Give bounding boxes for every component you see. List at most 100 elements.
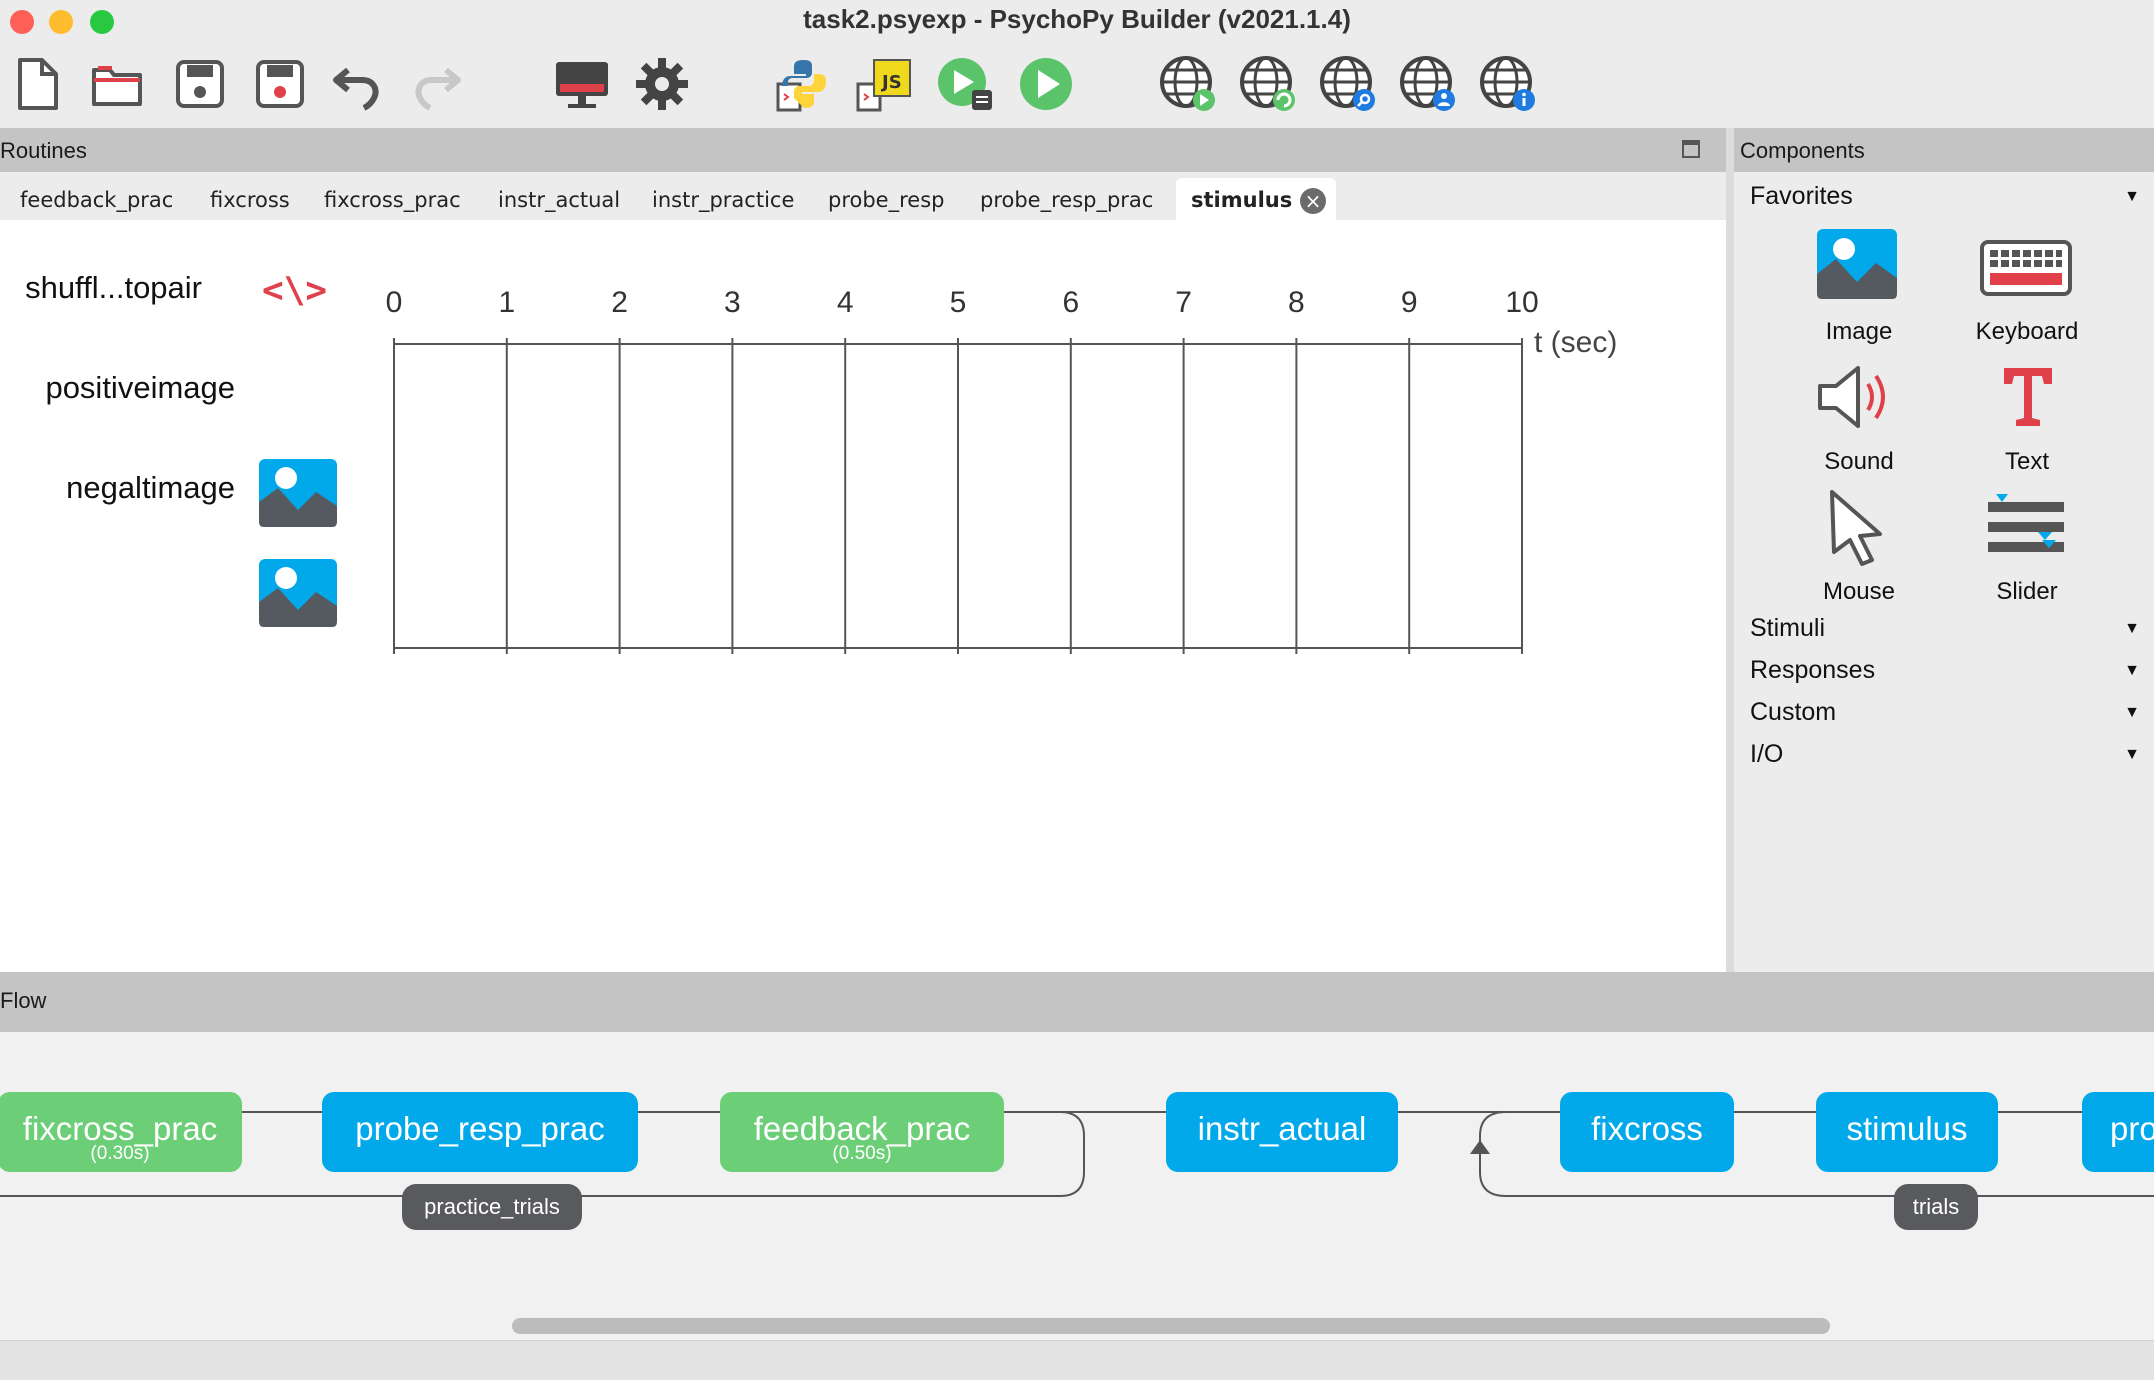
pavlovia-run-online-button[interactable] bbox=[1156, 52, 1220, 116]
component-label-negaltimage[interactable]: negaltimage bbox=[0, 470, 235, 506]
save-icon bbox=[176, 60, 224, 108]
responses-category[interactable]: Responses ▼ bbox=[1750, 656, 2140, 690]
tab-feedback-prac[interactable]: feedback_prac bbox=[20, 188, 173, 212]
components-panel-header: Components bbox=[1734, 128, 2154, 172]
run-icon bbox=[1020, 58, 1072, 110]
pavlovia-run-online-icon bbox=[1160, 56, 1215, 111]
close-tab-icon[interactable]: × bbox=[1300, 188, 1326, 214]
panel-maximize-icon[interactable] bbox=[1682, 140, 1700, 158]
redo-icon bbox=[415, 67, 461, 111]
tab-probe-resp[interactable]: probe_resp bbox=[828, 188, 944, 212]
flow-routine-probe-resp[interactable]: pro bbox=[2082, 1092, 2154, 1172]
sound-component-label[interactable]: Sound bbox=[1774, 448, 1944, 476]
io-category[interactable]: I/O ▼ bbox=[1750, 740, 2140, 774]
flow-routine-label: pro bbox=[2110, 1110, 2154, 1147]
compile-python-button[interactable] bbox=[772, 52, 836, 116]
image-icon[interactable] bbox=[258, 458, 338, 528]
panel-splitter[interactable] bbox=[1726, 128, 1734, 972]
speaker-icon bbox=[1818, 366, 1885, 428]
run-in-runner-icon bbox=[938, 58, 992, 110]
sound-component-button[interactable] bbox=[1816, 362, 1900, 437]
custom-label: Custom bbox=[1750, 698, 1837, 726]
redo-button[interactable] bbox=[404, 52, 468, 116]
component-label-code[interactable]: shuffl...topair bbox=[0, 270, 202, 306]
stimuli-label: Stimuli bbox=[1750, 614, 1826, 642]
favorites-label: Favorites bbox=[1750, 182, 1853, 210]
save-button[interactable] bbox=[168, 52, 232, 116]
flow-routine-label: fixcross_prac bbox=[22, 1110, 218, 1147]
pavlovia-project-info-button[interactable] bbox=[1476, 52, 1540, 116]
collapse-arrow-icon: ▼ bbox=[2124, 620, 2140, 637]
keyboard-component-label[interactable]: Keyboard bbox=[1942, 318, 2112, 346]
pavlovia-search-button[interactable] bbox=[1316, 52, 1380, 116]
flow-routine-fixcross-prac[interactable]: fixcross_prac (0.30s) bbox=[0, 1092, 242, 1172]
mouse-component-button[interactable] bbox=[1826, 488, 1890, 573]
tab-fixcross[interactable]: fixcross bbox=[210, 188, 290, 212]
tab-probe-resp-prac[interactable]: probe_resp_prac bbox=[980, 188, 1153, 212]
experiment-settings-button[interactable] bbox=[630, 52, 694, 116]
text-component-label[interactable]: Text bbox=[1942, 448, 2112, 476]
pavlovia-user-icon bbox=[1400, 56, 1455, 111]
routine-timeline-canvas: 0 1 2 3 4 5 6 7 8 9 10 t (sec) shuffl...topair <\>… bbox=[0, 220, 1726, 972]
flow-routine-feedback-prac[interactable]: feedback_prac (0.50s) bbox=[720, 1092, 1004, 1172]
image-component-button[interactable] bbox=[1816, 228, 1898, 305]
tab-instr-practice[interactable]: instr_practice bbox=[652, 188, 794, 212]
flow-routine-label: feedback_prac bbox=[753, 1110, 971, 1147]
run-button[interactable] bbox=[1014, 52, 1078, 116]
svg-text:JS: JS bbox=[880, 72, 902, 93]
image-icon[interactable] bbox=[258, 558, 338, 628]
monitor-center-button[interactable] bbox=[550, 52, 614, 116]
routines-panel-header: Routines bbox=[0, 128, 1726, 172]
window-title: task2.psyexp - PsychoPy Builder (v2021.1… bbox=[803, 4, 1351, 34]
monitor-icon bbox=[556, 62, 608, 108]
tab-stimulus[interactable]: stimulus bbox=[1191, 188, 1292, 212]
keyboard-component-button[interactable] bbox=[1980, 240, 2072, 301]
tab-instr-actual[interactable]: instr_actual bbox=[498, 188, 620, 212]
text-icon bbox=[2004, 368, 2052, 426]
pavlovia-sync-button[interactable] bbox=[1236, 52, 1300, 116]
text-component-button[interactable] bbox=[2000, 364, 2056, 435]
new-file-icon bbox=[18, 58, 58, 110]
flow-routine-instr-actual[interactable]: instr_actual bbox=[1166, 1092, 1398, 1172]
components-panel bbox=[1734, 172, 2154, 972]
undo-button[interactable] bbox=[326, 52, 390, 116]
keyboard-icon bbox=[1980, 240, 2072, 296]
component-label-positiveimage[interactable]: positiveimage bbox=[0, 370, 235, 406]
collapse-arrow-icon: ▼ bbox=[2124, 188, 2140, 205]
run-in-runner-button[interactable] bbox=[934, 52, 998, 116]
flow-routine-label: fixcross bbox=[1591, 1110, 1703, 1147]
flow-routine-stimulus[interactable]: stimulus bbox=[1816, 1092, 1998, 1172]
image-component-label[interactable]: Image bbox=[1774, 318, 1944, 346]
routines-panel-title: Routines bbox=[0, 138, 87, 163]
slider-component-button[interactable] bbox=[1986, 492, 2066, 567]
custom-category[interactable]: Custom ▼ bbox=[1750, 698, 2140, 732]
open-button[interactable] bbox=[86, 52, 150, 116]
favorites-category[interactable]: Favorites ▼ bbox=[1750, 182, 2140, 216]
flow-routine-fixcross[interactable]: fixcross bbox=[1560, 1092, 1734, 1172]
flow-routine-duration: (0.30s) bbox=[90, 1143, 150, 1164]
stimuli-category[interactable]: Stimuli ▼ bbox=[1750, 614, 2140, 648]
flow-panel-header: Flow bbox=[0, 972, 2154, 1032]
open-folder-icon bbox=[92, 66, 142, 106]
slider-component-label[interactable]: Slider bbox=[1942, 578, 2112, 606]
flow-routine-label: stimulus bbox=[1846, 1110, 1968, 1147]
flow-scrollbar-thumb[interactable] bbox=[512, 1318, 1830, 1334]
compile-js-icon: JS bbox=[856, 59, 911, 112]
loop-trials[interactable]: trials bbox=[1894, 1184, 1978, 1230]
new-file-button[interactable] bbox=[6, 52, 70, 116]
save-as-button[interactable] bbox=[248, 52, 312, 116]
loop-practice-trials[interactable]: practice_trials bbox=[402, 1184, 582, 1230]
io-label: I/O bbox=[1750, 740, 1784, 768]
flow-routine-duration: (0.50s) bbox=[832, 1143, 892, 1164]
settings-gear-icon bbox=[636, 58, 688, 110]
flow-scrollbar-track bbox=[0, 1340, 2154, 1380]
code-icon[interactable]: <\> bbox=[262, 270, 327, 311]
tab-fixcross-prac[interactable]: fixcross_prac bbox=[324, 188, 461, 212]
pavlovia-project-info-icon bbox=[1480, 56, 1535, 111]
flow-routine-probe-resp-prac[interactable]: probe_resp_prac bbox=[322, 1092, 638, 1172]
routine-tabs: feedback_prac fixcross fixcross_prac ins… bbox=[0, 172, 1726, 220]
collapse-arrow-icon: ▼ bbox=[2124, 704, 2140, 721]
mouse-component-label[interactable]: Mouse bbox=[1774, 578, 1944, 606]
pavlovia-user-button[interactable] bbox=[1396, 52, 1460, 116]
compile-js-button[interactable]: JS bbox=[852, 52, 916, 116]
